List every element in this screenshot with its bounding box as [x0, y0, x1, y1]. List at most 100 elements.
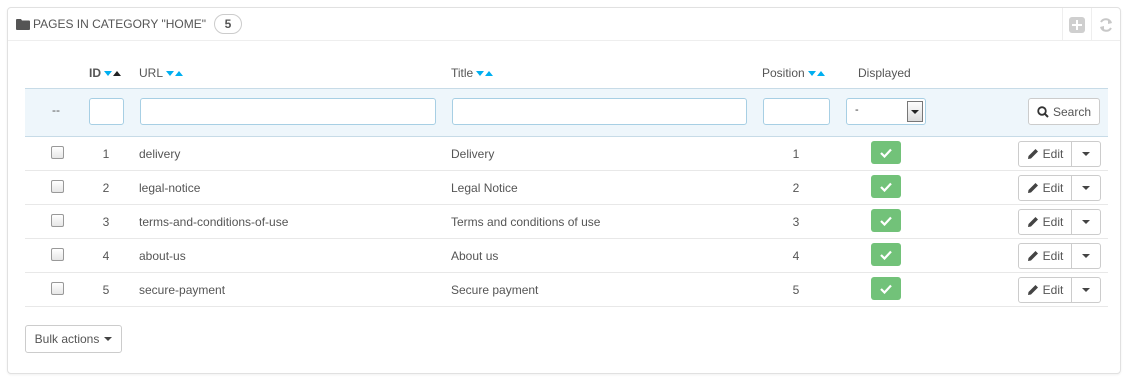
pencil-icon: [1027, 285, 1038, 295]
edit-label: Edit: [1042, 283, 1064, 297]
sort-icon[interactable]: [807, 70, 825, 76]
edit-label: Edit: [1042, 181, 1064, 195]
panel-tools: [1062, 8, 1120, 41]
displayed-toggle[interactable]: [871, 209, 901, 232]
row-checkbox[interactable]: [51, 146, 64, 159]
cell-id: 3: [102, 215, 110, 229]
row-actions-dropdown[interactable]: [1072, 277, 1101, 303]
bulk-actions-label: Bulk actions: [34, 332, 100, 346]
displayed-toggle[interactable]: [871, 141, 901, 164]
cell-url: secure-payment: [139, 283, 226, 297]
column-label-position: Position: [762, 66, 805, 80]
row-actions: Edit: [1018, 277, 1101, 303]
table-row[interactable]: 4 about-us About us 4 Edit: [25, 239, 1108, 273]
column-label-title: Title: [451, 66, 474, 80]
sort-icon[interactable]: [476, 70, 494, 76]
cell-position: 1: [792, 147, 800, 161]
chevron-down-icon[interactable]: [907, 101, 923, 122]
table-body: 1 delivery Delivery 1 Edit 2 legal-notic…: [25, 137, 1108, 307]
edit-button[interactable]: Edit: [1018, 243, 1072, 269]
table-row[interactable]: 3 terms-and-conditions-of-use Terms and …: [25, 205, 1108, 239]
caret-down-icon: [104, 337, 113, 341]
caret-down-icon: [1082, 220, 1090, 224]
filter-url-input[interactable]: [140, 98, 436, 125]
search-label: Search: [1052, 104, 1092, 119]
cell-position: 5: [792, 283, 800, 297]
check-icon: [880, 250, 892, 260]
displayed-toggle[interactable]: [871, 243, 901, 266]
column-label-id: ID: [89, 66, 101, 80]
sort-icon[interactable]: [166, 70, 184, 76]
cell-position: 4: [792, 249, 800, 263]
bulk-actions-button[interactable]: Bulk actions: [25, 325, 122, 353]
add-icon: [1069, 16, 1085, 33]
column-header-position[interactable]: Position: [762, 66, 825, 80]
table-row[interactable]: 5 secure-payment Secure payment 5 Edit: [25, 273, 1108, 307]
refresh-button[interactable]: [1091, 8, 1120, 41]
row-checkbox[interactable]: [51, 214, 64, 227]
panel-heading: PAGES IN CATEGORY "HOME" 5: [8, 8, 1120, 41]
pencil-icon: [1027, 217, 1038, 227]
check-icon: [880, 216, 892, 226]
row-actions-dropdown[interactable]: [1072, 243, 1101, 269]
search-button[interactable]: Search: [1028, 98, 1100, 125]
displayed-toggle[interactable]: [871, 277, 901, 300]
column-header-title[interactable]: Title: [451, 66, 494, 80]
row-actions: Edit: [1018, 175, 1101, 201]
table-row[interactable]: 2 legal-notice Legal Notice 2 Edit: [25, 171, 1108, 205]
caret-down-icon: [1082, 254, 1090, 258]
row-actions-dropdown[interactable]: [1072, 141, 1101, 167]
column-header-displayed: Displayed: [858, 66, 911, 80]
caret-down-icon: [1082, 288, 1090, 292]
row-actions-dropdown[interactable]: [1072, 209, 1101, 235]
pencil-icon: [1027, 149, 1038, 159]
pencil-icon: [1027, 183, 1038, 193]
add-new-button[interactable]: [1062, 8, 1091, 41]
edit-label: Edit: [1042, 215, 1064, 229]
sort-icon[interactable]: [104, 70, 121, 76]
edit-label: Edit: [1042, 249, 1064, 263]
pencil-icon: [1027, 251, 1038, 261]
filter-title-input[interactable]: [452, 98, 747, 125]
refresh-icon: [1100, 17, 1112, 32]
row-actions: Edit: [1018, 243, 1101, 269]
cell-id: 4: [102, 249, 110, 263]
count-badge: 5: [214, 14, 242, 34]
cms-pages-panel: PAGES IN CATEGORY "HOME" 5 ID URL Title: [7, 7, 1121, 374]
filter-displayed-value: -: [855, 104, 859, 116]
cell-url: legal-notice: [139, 181, 201, 195]
edit-button[interactable]: Edit: [1018, 277, 1072, 303]
filter-position-input[interactable]: [763, 98, 830, 125]
cell-title: Delivery: [451, 147, 495, 161]
filter-row: -- - Search: [25, 88, 1108, 137]
row-checkbox[interactable]: [51, 180, 64, 193]
row-actions-dropdown[interactable]: [1072, 175, 1101, 201]
row-checkbox[interactable]: [51, 282, 64, 295]
column-header-id[interactable]: ID: [89, 66, 121, 80]
filter-id-input[interactable]: [89, 98, 124, 125]
cell-position: 2: [792, 181, 800, 195]
cell-title: Secure payment: [451, 283, 539, 297]
edit-label: Edit: [1042, 147, 1064, 161]
edit-button[interactable]: Edit: [1018, 209, 1072, 235]
check-icon: [880, 182, 892, 192]
caret-down-icon: [1082, 186, 1090, 190]
cell-title: About us: [451, 249, 499, 263]
column-header-url[interactable]: URL: [139, 66, 184, 80]
edit-button[interactable]: Edit: [1018, 175, 1072, 201]
check-icon: [880, 284, 892, 294]
table-row[interactable]: 1 delivery Delivery 1 Edit: [25, 137, 1108, 171]
cell-url: terms-and-conditions-of-use: [139, 215, 289, 229]
row-actions: Edit: [1018, 141, 1101, 167]
cell-id: 5: [102, 283, 110, 297]
caret-down-icon: [1082, 152, 1090, 156]
displayed-toggle[interactable]: [871, 175, 901, 198]
column-label-displayed: Displayed: [858, 66, 911, 80]
cell-title: Terms and conditions of use: [451, 215, 601, 229]
panel-title-group: PAGES IN CATEGORY "HOME" 5: [16, 14, 242, 34]
column-label-url: URL: [139, 66, 164, 80]
filter-displayed-select[interactable]: -: [846, 98, 926, 125]
row-checkbox[interactable]: [51, 248, 64, 261]
edit-button[interactable]: Edit: [1018, 141, 1072, 167]
cell-position: 3: [792, 215, 800, 229]
